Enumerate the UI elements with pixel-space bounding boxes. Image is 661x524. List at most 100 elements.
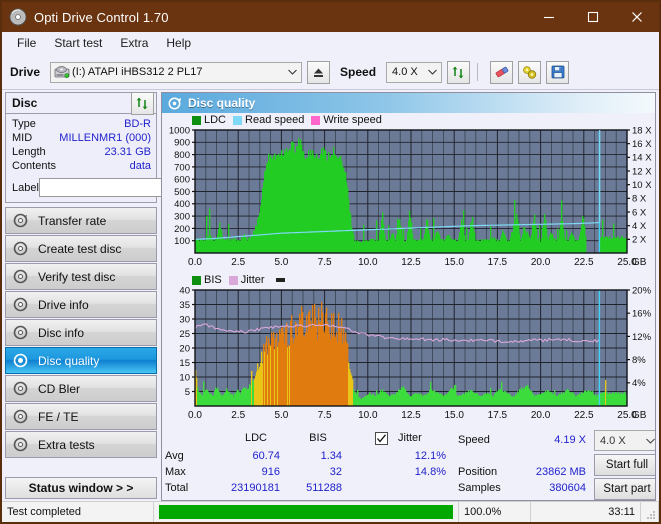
maximize-button[interactable] — [571, 2, 615, 32]
svg-text:2.5: 2.5 — [231, 257, 245, 268]
sidebar-item-label: FE / TE — [38, 409, 79, 424]
legend-entry-read-speed: Read speed — [233, 114, 304, 126]
erase-button[interactable] — [490, 60, 514, 84]
legend-swatch-ldc — [192, 115, 201, 125]
sidebar-item-extra-tests[interactable]: Extra tests — [5, 431, 157, 458]
disc-info-rows: Type BD-R MID MILLENMR1 (000) Length 23.… — [6, 114, 247, 202]
svg-text:200: 200 — [174, 224, 190, 235]
app-icon — [9, 8, 27, 26]
sidebar-item-label: Extra tests — [38, 437, 95, 452]
navigation-list: Transfer rate Create test disc Verify te… — [5, 207, 157, 459]
menu-item-extra[interactable]: Extra — [112, 34, 156, 52]
drive-toolbar: Drive (I:) ATAPI iHBS312 2 PL17 Speed 4.… — [2, 55, 659, 90]
panel-header: Disc quality — [162, 93, 655, 113]
start-full-button[interactable]: Start full — [594, 454, 655, 476]
start-part-button[interactable]: Start part — [594, 478, 655, 500]
legend-label-write-speed: Write speed — [323, 114, 382, 126]
disc-icon — [13, 297, 33, 312]
disc-row-type-value: BD-R — [124, 118, 151, 130]
svg-text:15: 15 — [179, 358, 190, 369]
tools-button[interactable] — [518, 60, 542, 84]
sidebar-item-create-test-disc[interactable]: Create test disc — [5, 235, 157, 262]
svg-text:500: 500 — [174, 187, 190, 198]
menu-item-help[interactable]: Help — [158, 34, 199, 52]
sidebar-item-cd-bler[interactable]: CD Bler — [5, 375, 157, 402]
sidebar-item-label: Disc quality — [38, 353, 100, 368]
speed-select-value: 4.0 X — [392, 66, 418, 78]
legend-entry-ldc: LDC — [192, 114, 226, 126]
sidebar-item-verify-test-disc[interactable]: Verify test disc — [5, 263, 157, 290]
speed-select[interactable]: 4.0 X — [386, 61, 443, 83]
svg-text:6 X: 6 X — [632, 207, 647, 218]
disc-label-key: Label — [12, 181, 39, 194]
test-speed-select[interactable]: 4.0 X — [594, 430, 655, 451]
save-button[interactable] — [546, 60, 570, 84]
drive-select[interactable]: (I:) ATAPI iHBS312 2 PL17 — [50, 61, 303, 83]
svg-text:GB: GB — [632, 257, 647, 268]
speed-label: Speed — [340, 65, 377, 79]
chevron-down-icon — [424, 67, 441, 77]
sidebar-item-drive-info[interactable]: Drive info — [5, 291, 157, 318]
drive-icon — [54, 65, 70, 80]
svg-text:5.0: 5.0 — [274, 410, 288, 421]
legend-label-bis: BIS — [204, 274, 222, 286]
svg-text:17.5: 17.5 — [488, 410, 508, 421]
window-title: Opti Drive Control 1.70 — [34, 9, 169, 25]
svg-text:20%: 20% — [632, 285, 652, 296]
resize-grip[interactable] — [641, 502, 659, 522]
svg-text:12%: 12% — [632, 332, 652, 343]
menu-item-start-test[interactable]: Start test — [46, 34, 110, 52]
svg-text:7.5: 7.5 — [318, 410, 332, 421]
status-window-button[interactable]: Status window > > — [5, 477, 157, 499]
svg-text:18 X: 18 X — [632, 125, 652, 136]
disc-icon — [13, 213, 33, 228]
stats-position-label: Position — [458, 466, 498, 478]
progress-track — [159, 505, 453, 519]
sidebar-item-label: Verify test disc — [38, 269, 116, 284]
bis-chart-canvas[interactable]: 5 10 15 20 25 30 35 40 4% 8% 12% 16% 20% 0.0 2.5 5.0 7.5… — [162, 273, 656, 428]
disc-icon — [168, 97, 182, 110]
svg-text:0.0: 0.0 — [188, 410, 202, 421]
stats-row-label-max: Max — [165, 466, 186, 478]
svg-text:12 X: 12 X — [632, 166, 652, 177]
svg-text:800: 800 — [174, 150, 190, 161]
legend-label-jitter: Jitter — [240, 274, 265, 286]
disc-label-row: Label — [12, 177, 247, 198]
refresh-button[interactable] — [447, 60, 471, 84]
sidebar-item-transfer-rate[interactable]: Transfer rate — [5, 207, 157, 234]
sidebar-item-fe-te[interactable]: FE / TE — [5, 403, 157, 430]
svg-text:7.5: 7.5 — [318, 257, 332, 268]
stats-samples-value: 380604 — [549, 482, 586, 494]
disc-row-length: Length 23.31 GB — [12, 145, 151, 159]
chevron-down-icon — [284, 67, 301, 77]
ldc-chart-canvas[interactable]: 100200300 400500600 700800900 1000 2 X 4 X 6 X… — [162, 113, 656, 273]
svg-text:16%: 16% — [632, 309, 652, 320]
legend-entry-write-speed: Write speed — [311, 114, 382, 126]
disc-icon — [13, 241, 33, 256]
stats-header-bis: BIS — [309, 432, 327, 444]
disc-refresh-button[interactable] — [131, 91, 154, 115]
minimize-button[interactable] — [527, 2, 571, 32]
menu-item-file[interactable]: File — [9, 34, 44, 52]
title-bar: Opti Drive Control 1.70 — [2, 2, 659, 32]
ldc-chart-legend: LDC Read speed Write speed — [192, 114, 389, 126]
svg-text:12.5: 12.5 — [401, 257, 421, 268]
application-window: Opti Drive Control 1.70 File Start test … — [0, 0, 661, 524]
eject-button[interactable] — [307, 60, 331, 84]
svg-text:2.5: 2.5 — [231, 410, 245, 421]
svg-text:10.0: 10.0 — [358, 257, 378, 268]
svg-text:4 X: 4 X — [632, 221, 647, 232]
disc-icon — [13, 353, 33, 368]
disc-info-panel: Disc Type BD-R MID MILLENMR1 (000) Lengt… — [5, 91, 247, 203]
svg-text:5.0: 5.0 — [274, 257, 288, 268]
close-button[interactable] — [615, 2, 659, 32]
svg-text:20: 20 — [179, 343, 190, 354]
chevron-down-icon — [646, 436, 655, 446]
sidebar-item-disc-quality[interactable]: Disc quality — [5, 347, 157, 374]
svg-text:25: 25 — [179, 329, 190, 340]
sidebar-item-disc-info[interactable]: Disc info — [5, 319, 157, 346]
disc-row-length-value: 23.31 GB — [104, 146, 151, 158]
disc-quality-ldc-chart: LDC Read speed Write speed 100 200 300 400 5… — [162, 113, 655, 273]
stats-row-label-total: Total — [165, 482, 189, 494]
jitter-checkbox[interactable] — [375, 432, 388, 445]
